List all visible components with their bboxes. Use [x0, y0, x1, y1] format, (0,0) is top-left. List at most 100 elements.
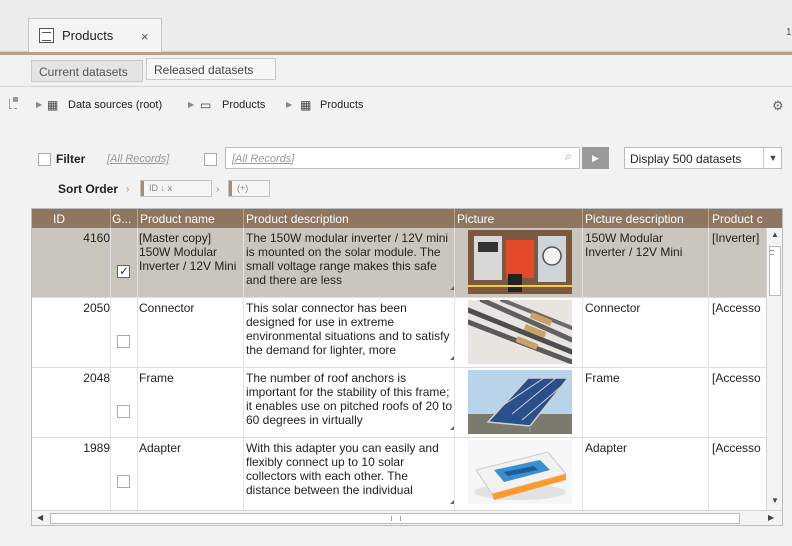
column-divider: [243, 228, 244, 510]
sort-order-label: Sort Order: [58, 182, 119, 196]
cell-product-name: Adapter: [139, 441, 182, 455]
horizontal-scroll-thumb[interactable]: [50, 513, 740, 524]
cell-picture-description: 150W Modular Inverter / 12V Mini: [585, 231, 683, 259]
breadcrumb-folder[interactable]: Products: [222, 99, 265, 111]
scroll-grip-icon: [391, 516, 401, 521]
table-header: ID G... Product name Product description…: [32, 209, 782, 228]
search-input[interactable]: [232, 151, 552, 166]
cell-picture-description: Connector: [585, 301, 641, 315]
vertical-scrollbar[interactable]: ▲ ▼: [766, 228, 782, 510]
column-divider: [110, 228, 111, 510]
scroll-right-icon[interactable]: ▶: [768, 513, 774, 522]
sort-chip-id[interactable]: ID ↓ x: [140, 180, 212, 197]
row-checkbox[interactable]: [117, 405, 130, 418]
column-header-product-category[interactable]: Product c: [712, 212, 766, 226]
cell-product-description: The 150W modular inverter / 12V mini is …: [246, 231, 449, 287]
chevron-right-icon: ›: [216, 184, 220, 195]
cell-product-description: With this adapter you can easily and fle…: [246, 441, 439, 497]
product-picture-connector[interactable]: [468, 300, 572, 364]
row-checkbox[interactable]: [117, 335, 130, 348]
chevron-right-icon: ▶: [286, 100, 293, 109]
sort-chip-id-text: ID ↓ x: [149, 183, 173, 193]
scroll-down-icon[interactable]: ▼: [771, 496, 779, 505]
table-row[interactable]: 2048 Frame The number of roof anchors is…: [32, 368, 766, 438]
filter-all-records-link[interactable]: [All Records]: [107, 153, 169, 165]
cell-product-category: [Inverter]: [712, 231, 760, 245]
close-icon[interactable]: ×: [141, 29, 149, 44]
products-table: ID G... Product name Product description…: [31, 208, 783, 526]
chevron-right-icon: ▶: [36, 100, 43, 109]
filter-checkbox[interactable]: [38, 153, 51, 166]
breadcrumb: ▶ ▦ Data sources (root) ▶ ▭ Products ▶ ▦…: [0, 93, 792, 117]
sort-chip-handle: [141, 181, 144, 196]
cell-product-name: [Master copy] 150W Modular Inverter / 12…: [139, 231, 237, 273]
table-icon: ▦: [300, 98, 312, 112]
dataset-tabs: Current datasets Released datasets: [0, 55, 792, 87]
table-icon: [39, 28, 54, 43]
product-picture-frame[interactable]: [468, 370, 572, 434]
filter-label: Filter: [56, 152, 86, 166]
table-icon: ▦: [47, 98, 59, 112]
column-divider[interactable]: [137, 209, 138, 228]
column-header-id[interactable]: ID: [53, 212, 103, 226]
column-divider[interactable]: [454, 209, 455, 228]
cell-product-category: [Accesso: [712, 441, 761, 455]
cell-product-name: Frame: [139, 371, 174, 385]
cell-product-description: The number of roof anchors is important …: [246, 371, 453, 427]
scroll-grip-icon: [770, 250, 774, 255]
cell-product-category: [Accesso: [712, 371, 761, 385]
breadcrumb-table[interactable]: Products: [320, 99, 363, 111]
row-checkbox[interactable]: [117, 475, 130, 488]
column-divider[interactable]: [582, 209, 583, 228]
scroll-up-icon[interactable]: ▲: [771, 230, 779, 239]
table-row[interactable]: 1989 Adapter With this adapter you can e…: [32, 438, 766, 510]
tab-overflow-indicator: 1: [786, 27, 792, 38]
product-picture-adapter[interactable]: [468, 440, 572, 504]
cell-picture-description: Adapter: [585, 441, 628, 455]
column-header-product-name[interactable]: Product name: [140, 212, 244, 226]
column-divider[interactable]: [243, 209, 244, 228]
column-divider: [582, 228, 583, 510]
search-go-button[interactable]: ▶: [582, 147, 609, 169]
search-icon[interactable]: ⌕: [565, 149, 572, 164]
cell-product-name: Connector: [139, 301, 195, 315]
cell-id: 4160: [83, 231, 110, 245]
scroll-left-icon[interactable]: ◀: [37, 513, 43, 522]
search-checkbox[interactable]: [204, 153, 217, 166]
tab-released-datasets[interactable]: Released datasets: [146, 58, 276, 80]
column-header-g[interactable]: G...: [112, 212, 136, 226]
sort-chip-add-text: (+): [237, 183, 249, 193]
column-divider[interactable]: [110, 209, 111, 228]
tab-products[interactable]: Products ×: [28, 18, 162, 52]
cell-id: 2048: [83, 371, 110, 385]
tree-root-icon[interactable]: [9, 97, 18, 109]
sort-chip-handle: [229, 181, 232, 196]
row-checkbox[interactable]: [117, 264, 130, 278]
chevron-right-icon: ›: [126, 184, 130, 195]
horizontal-scrollbar[interactable]: ◀ ▶: [32, 510, 782, 525]
display-count-value: Display 500 datasets: [630, 152, 742, 166]
table-row[interactable]: 2050 Connector This solar connector has …: [32, 298, 766, 368]
cell-id: 2050: [83, 301, 110, 315]
settings-gear-icon[interactable]: ⚙: [772, 98, 784, 114]
column-divider: [454, 228, 455, 510]
chevron-down-icon[interactable]: ▼: [763, 148, 782, 168]
cell-picture-description: Frame: [585, 371, 620, 385]
column-divider[interactable]: [708, 209, 709, 228]
column-header-picture-description[interactable]: Picture description: [585, 212, 705, 226]
folder-icon: ▭: [200, 98, 212, 112]
table-row[interactable]: 4160 [Master copy] 150W Modular Inverter…: [32, 228, 766, 298]
cell-product-description: This solar connector has been designed f…: [246, 301, 450, 357]
sort-chip-add[interactable]: (+): [228, 180, 270, 197]
document-tab-bar: ◀ Products × 1: [0, 0, 792, 52]
column-header-picture[interactable]: Picture: [457, 212, 577, 226]
breadcrumb-root[interactable]: Data sources (root): [68, 99, 162, 111]
search-field[interactable]: [225, 147, 580, 169]
tab-current-datasets[interactable]: Current datasets: [31, 60, 143, 82]
product-picture-inverter[interactable]: [468, 230, 572, 294]
display-count-select[interactable]: Display 500 datasets ▼: [624, 147, 782, 169]
column-header-product-description[interactable]: Product description: [246, 212, 454, 226]
cell-id: 1989: [83, 441, 110, 455]
column-divider: [708, 228, 709, 510]
cell-product-category: [Accesso: [712, 301, 761, 315]
